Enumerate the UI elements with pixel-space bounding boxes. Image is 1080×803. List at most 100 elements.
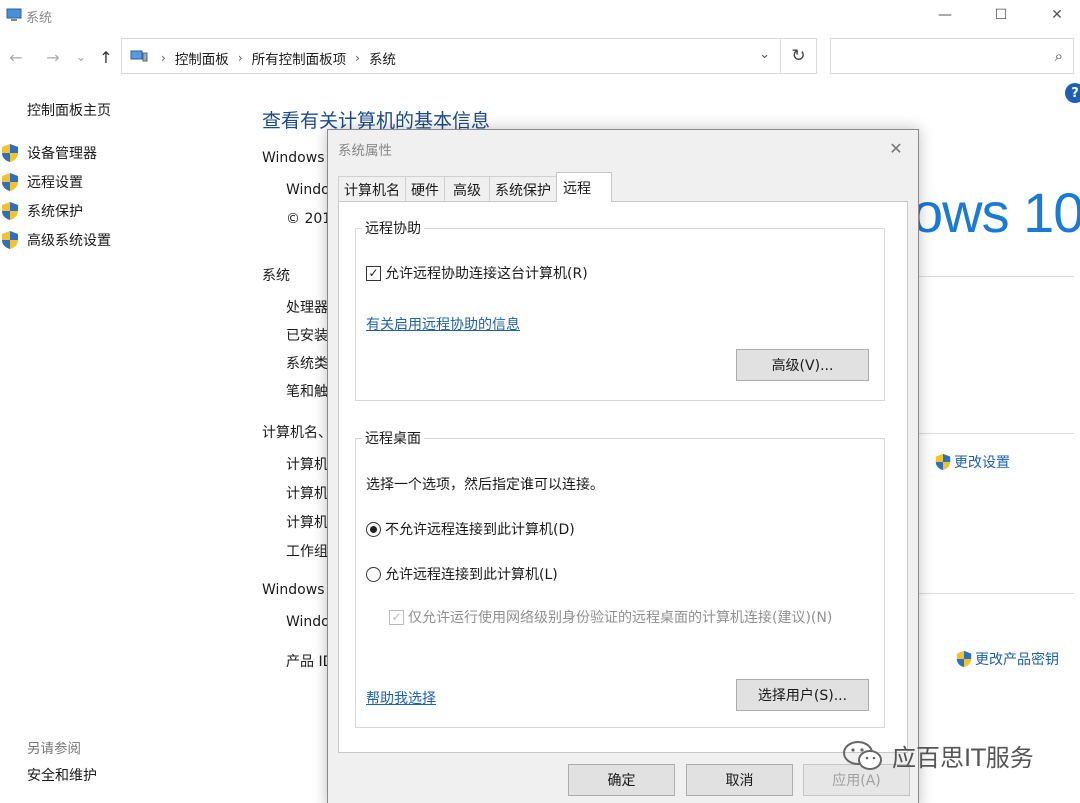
navigation-bar: ← → ⌄ ↑ › 控制面板 › 所有控制面板项 › 系统 ⌄ ↻ ⌕ bbox=[0, 38, 1080, 76]
remote-desktop-heading: 远程桌面 bbox=[362, 428, 424, 448]
shield-icon bbox=[956, 650, 972, 668]
wechat-icon bbox=[843, 740, 882, 770]
sidebar-item-label: 系统保护 bbox=[27, 204, 83, 220]
remote-assistance-group: 远程协助 ✓ 允许远程协助连接这台计算机(R) 有关启用远程协助的信息 高级(V… bbox=[355, 218, 885, 401]
sidebar-item-device-manager[interactable]: 设备管理器 bbox=[0, 142, 97, 164]
minimize-button[interactable]: — bbox=[922, 0, 968, 30]
change-product-key-link[interactable]: 更改产品密钥 bbox=[955, 649, 1059, 669]
up-button[interactable]: ↑ bbox=[95, 46, 117, 68]
allow-remote-assistance-label[interactable]: 允许远程协助连接这台计算机(R) bbox=[385, 263, 588, 283]
breadcrumb-item-all-items[interactable]: 所有控制面板项 bbox=[252, 48, 347, 68]
computer-name-label: 计算机 bbox=[286, 457, 328, 473]
system-heading: 系统 bbox=[262, 268, 290, 284]
remote-assistance-heading: 远程协助 bbox=[362, 218, 424, 238]
sidebar-item-remote-settings[interactable]: 远程设置 bbox=[0, 171, 83, 193]
search-icon[interactable]: ⌕ bbox=[1055, 47, 1063, 65]
deny-remote-radio[interactable]: 不允许远程连接到此计算机(D) bbox=[366, 519, 575, 539]
remote-desktop-group: 远程桌面 选择一个选项，然后指定谁可以连接。 不允许远程连接到此计算机(D) 允… bbox=[355, 428, 885, 728]
sidebar-home-link[interactable]: 控制面板主页 bbox=[27, 100, 111, 120]
sidebar-item-label: 高级系统设置 bbox=[27, 233, 111, 249]
remote-desktop-prompt: 选择一个选项，然后指定谁可以连接。 bbox=[366, 477, 604, 493]
recent-locations-button[interactable]: ⌄ bbox=[70, 46, 92, 68]
nla-only-label: 仅允许运行使用网络级别身份验证的远程桌面的计算机连接(建议)(N) bbox=[408, 610, 833, 626]
advanced-button[interactable]: 高级(V)... bbox=[736, 349, 869, 381]
edition-heading: Windows bbox=[262, 150, 325, 166]
breadcrumb-item-control-panel[interactable]: 控制面板 bbox=[175, 48, 229, 68]
dialog-close-button[interactable]: ✕ bbox=[884, 136, 908, 160]
dialog-title: 系统属性 bbox=[338, 143, 392, 159]
radio-unselected-icon[interactable] bbox=[366, 566, 381, 582]
maximize-button[interactable]: ☐ bbox=[978, 0, 1024, 30]
change-product-key-label: 更改产品密钥 bbox=[975, 652, 1059, 668]
pen-touch-label: 笔和触 bbox=[286, 384, 328, 400]
tab-system-protection[interactable]: 系统保护 bbox=[489, 176, 557, 202]
security-maintenance-link[interactable]: 安全和维护 bbox=[27, 765, 97, 785]
edition-value: Windo bbox=[286, 182, 330, 198]
close-button[interactable]: ✕ bbox=[1034, 0, 1080, 30]
tab-hardware[interactable]: 硬件 bbox=[405, 176, 445, 202]
activation-status: Windo bbox=[286, 614, 330, 630]
copyright-text: © 201 bbox=[286, 211, 332, 227]
shield-icon bbox=[2, 144, 18, 162]
allow-remote-assistance-checkbox[interactable]: ✓ 允许远程协助连接这台计算机(R) bbox=[366, 263, 588, 283]
remote-tab-panel: 远程协助 ✓ 允许远程协助连接这台计算机(R) 有关启用远程协助的信息 高级(V… bbox=[338, 201, 908, 753]
sidebar-item-system-protection[interactable]: 系统保护 bbox=[0, 200, 83, 222]
address-dropdown-icon[interactable]: ⌄ bbox=[759, 47, 770, 62]
radio-selected-icon[interactable] bbox=[366, 521, 381, 537]
shield-icon bbox=[2, 231, 18, 249]
breadcrumb: › 控制面板 › 所有控制面板项 › 系统 bbox=[152, 48, 396, 68]
sidebar-item-label: 设备管理器 bbox=[27, 146, 97, 162]
title-bar: 系统 — ☐ ✕ bbox=[0, 0, 1080, 32]
tab-computer-name[interactable]: 计算机名 bbox=[338, 176, 406, 202]
sidebar-item-advanced-settings[interactable]: 高级系统设置 bbox=[0, 229, 111, 251]
shield-icon bbox=[2, 202, 18, 220]
full-computer-name-label: 计算机 bbox=[286, 486, 328, 502]
control-panel-icon bbox=[130, 50, 148, 62]
select-users-button[interactable]: 选择用户(S)... bbox=[736, 679, 869, 711]
tab-advanced[interactable]: 高级 bbox=[444, 176, 490, 202]
section-divider bbox=[918, 433, 1074, 434]
watermark: 应百思IT服务 bbox=[842, 738, 1034, 773]
checkbox-disabled-icon: ✓ bbox=[389, 609, 404, 625]
section-divider bbox=[918, 593, 1074, 594]
remote-assistance-info-link[interactable]: 有关启用远程协助的信息 bbox=[366, 314, 520, 334]
checkbox-checked-icon[interactable]: ✓ bbox=[366, 265, 381, 281]
deny-remote-label[interactable]: 不允许远程连接到此计算机(D) bbox=[385, 519, 575, 539]
window-title: 系统 bbox=[26, 11, 53, 26]
watermark-text: 应百思IT服务 bbox=[892, 744, 1034, 772]
change-settings-link[interactable]: 更改设置 bbox=[934, 452, 1010, 472]
computer-name-heading: 计算机名、 bbox=[262, 425, 332, 441]
help-icon[interactable]: ? bbox=[1065, 83, 1080, 103]
address-bar[interactable]: › 控制面板 › 所有控制面板项 › 系统 ⌄ bbox=[121, 38, 781, 74]
tab-strip: 计算机名 硬件 高级 系统保护 远程 bbox=[338, 172, 612, 202]
help-me-choose-link[interactable]: 帮助我选择 bbox=[366, 688, 436, 708]
installed-memory-label: 已安装 bbox=[286, 328, 328, 344]
ok-button[interactable]: 确定 bbox=[568, 764, 675, 796]
shield-icon bbox=[935, 453, 951, 471]
system-properties-dialog: 系统属性 ✕ 计算机名 硬件 高级 系统保护 远程 远程协助 ✓ 允许远程协助连… bbox=[327, 129, 919, 803]
section-divider bbox=[918, 276, 1074, 277]
tab-remote[interactable]: 远程 bbox=[556, 172, 612, 202]
shield-icon bbox=[2, 173, 18, 191]
allow-remote-radio[interactable]: 允许远程连接到此计算机(L) bbox=[366, 564, 558, 584]
breadcrumb-separator[interactable]: › bbox=[238, 51, 243, 65]
system-type-label: 系统类 bbox=[286, 356, 328, 372]
back-button[interactable]: ← bbox=[5, 46, 27, 68]
nla-only-checkbox: ✓ 仅允许运行使用网络级别身份验证的远程桌面的计算机连接(建议)(N) bbox=[389, 607, 832, 627]
search-input[interactable]: ⌕ bbox=[830, 38, 1074, 74]
processor-label: 处理器 bbox=[286, 300, 328, 316]
breadcrumb-separator[interactable]: › bbox=[355, 51, 360, 65]
windows10-logo: ows 10 bbox=[912, 181, 1080, 244]
workgroup-label: 工作组 bbox=[286, 544, 328, 560]
activation-heading: Windows bbox=[262, 582, 325, 598]
breadcrumb-item-system[interactable]: 系统 bbox=[369, 48, 396, 68]
system-icon bbox=[6, 8, 22, 21]
see-also-heading: 另请参阅 bbox=[27, 741, 81, 757]
allow-remote-label[interactable]: 允许远程连接到此计算机(L) bbox=[385, 564, 558, 584]
breadcrumb-separator: › bbox=[161, 51, 166, 65]
change-settings-label: 更改设置 bbox=[954, 455, 1010, 471]
forward-button[interactable]: → bbox=[42, 46, 64, 68]
cancel-button[interactable]: 取消 bbox=[686, 764, 793, 796]
refresh-button[interactable]: ↻ bbox=[781, 38, 817, 74]
sidebar-item-label: 远程设置 bbox=[27, 175, 83, 191]
